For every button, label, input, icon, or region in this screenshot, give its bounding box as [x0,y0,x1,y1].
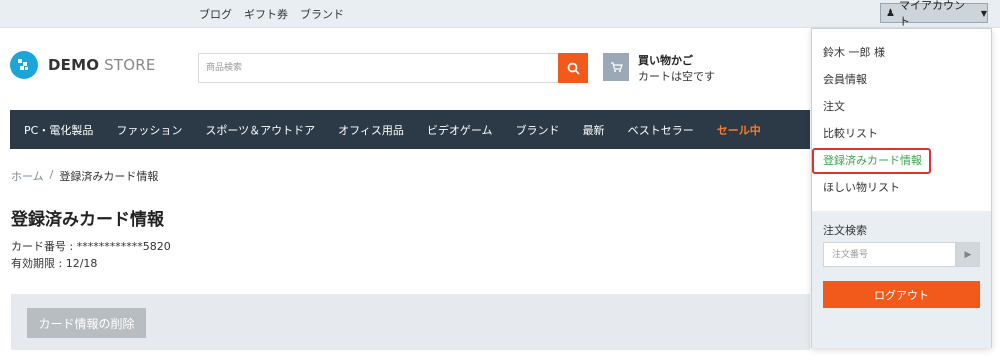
search-icon [567,62,580,75]
account-dropdown: 鈴木 一郎 様 会員情報 注文 比較リスト 登録済みカード情報 ほしい物リスト … [811,28,992,348]
top-link-blog[interactable]: ブログ [199,6,232,22]
order-search-panel: 注文検索 ▶ ログアウト [812,211,991,348]
account-menu: 鈴木 一郎 様 会員情報 注文 比較リスト 登録済みカード情報 ほしい物リスト [812,29,991,201]
order-search-label: 注文検索 [823,224,867,237]
caret-down-icon: ▼ [980,8,987,18]
cart-glyph-icon [610,62,623,72]
nav-item-bestseller[interactable]: ベストセラー [628,122,694,138]
order-search-button[interactable]: ▶ [956,242,980,267]
my-account-label: マイアカウント [898,0,965,28]
breadcrumb-separator: / [49,168,54,181]
product-search [198,53,588,83]
order-number-input[interactable] [823,242,956,267]
card-action-panel: カード情報の削除 [11,294,810,350]
nav-item-office[interactable]: オフィス用品 [338,122,404,138]
logo-mark-icon [18,59,28,70]
menu-item-saved-cards[interactable]: 登録済みカード情報 [812,147,991,174]
card-number: カード番号 : ************5820 [11,240,171,253]
person-icon: ♟ [886,7,895,19]
nav-item-new[interactable]: 最新 [583,122,605,138]
breadcrumb: ホーム / 登録済みカード情報 [11,168,158,184]
store-logo[interactable]: DEMO STORE [10,51,156,79]
nav-item-brand[interactable]: ブランド [516,122,560,138]
cart-widget[interactable]: 買い物かご カートは空です [603,53,715,85]
logo-icon [10,51,38,79]
cart-text: 買い物かご カートは空です [638,53,715,85]
menu-item-member-info[interactable]: 会員情報 [812,66,991,93]
top-bar: ブログ ギフト券 ブランド ♟ マイアカウント ▼ [0,0,1000,28]
category-nav: PC・電化製品 ファッション スポーツ＆アウトドア オフィス用品 ビデオゲーム … [10,110,810,149]
arrow-right-icon: ▶ [964,249,972,260]
nav-item-sports-outdoor[interactable]: スポーツ＆アウトドア [205,122,315,138]
nav-item-fashion[interactable]: ファッション [116,122,182,138]
nav-item-sale[interactable]: セール中 [717,122,761,138]
nav-item-video-games[interactable]: ビデオゲーム [427,122,493,138]
nav-item-electronics[interactable]: PC・電化製品 [24,122,93,138]
top-links: ブログ ギフト券 ブランド [199,6,344,22]
top-link-gift-card[interactable]: ギフト券 [244,6,288,22]
cart-status: カートは空です [638,70,715,83]
logo-text-light: STORE [99,56,156,74]
user-greeting: 鈴木 一郎 様 [823,45,885,59]
logo-text-bold: DEMO [48,56,100,74]
menu-item-saved-cards-label: 登録済みカード情報 [812,147,931,174]
menu-item-wishlist[interactable]: ほしい物リスト [812,174,991,201]
top-link-brand[interactable]: ブランド [300,6,344,22]
menu-item-orders[interactable]: 注文 [812,93,991,120]
page-title: 登録済みカード情報 [11,210,164,230]
logo-text: DEMO STORE [48,56,156,74]
breadcrumb-current: 登録済みカード情報 [59,170,159,183]
search-button[interactable] [558,53,588,83]
card-info: カード番号 : ************5820 有効期限 : 12/18 [11,238,171,272]
my-account-button[interactable]: ♟ マイアカウント ▼ [880,0,988,28]
delete-card-button[interactable]: カード情報の削除 [27,308,146,338]
menu-item-compare-list[interactable]: 比較リスト [812,120,991,147]
cart-icon [603,53,629,81]
breadcrumb-home[interactable]: ホーム [11,168,44,184]
logout-button[interactable]: ログアウト [823,281,980,308]
product-search-input[interactable] [198,53,558,83]
card-expiry: 有効期限 : 12/18 [11,257,98,270]
cart-title: 買い物かご [638,54,693,67]
